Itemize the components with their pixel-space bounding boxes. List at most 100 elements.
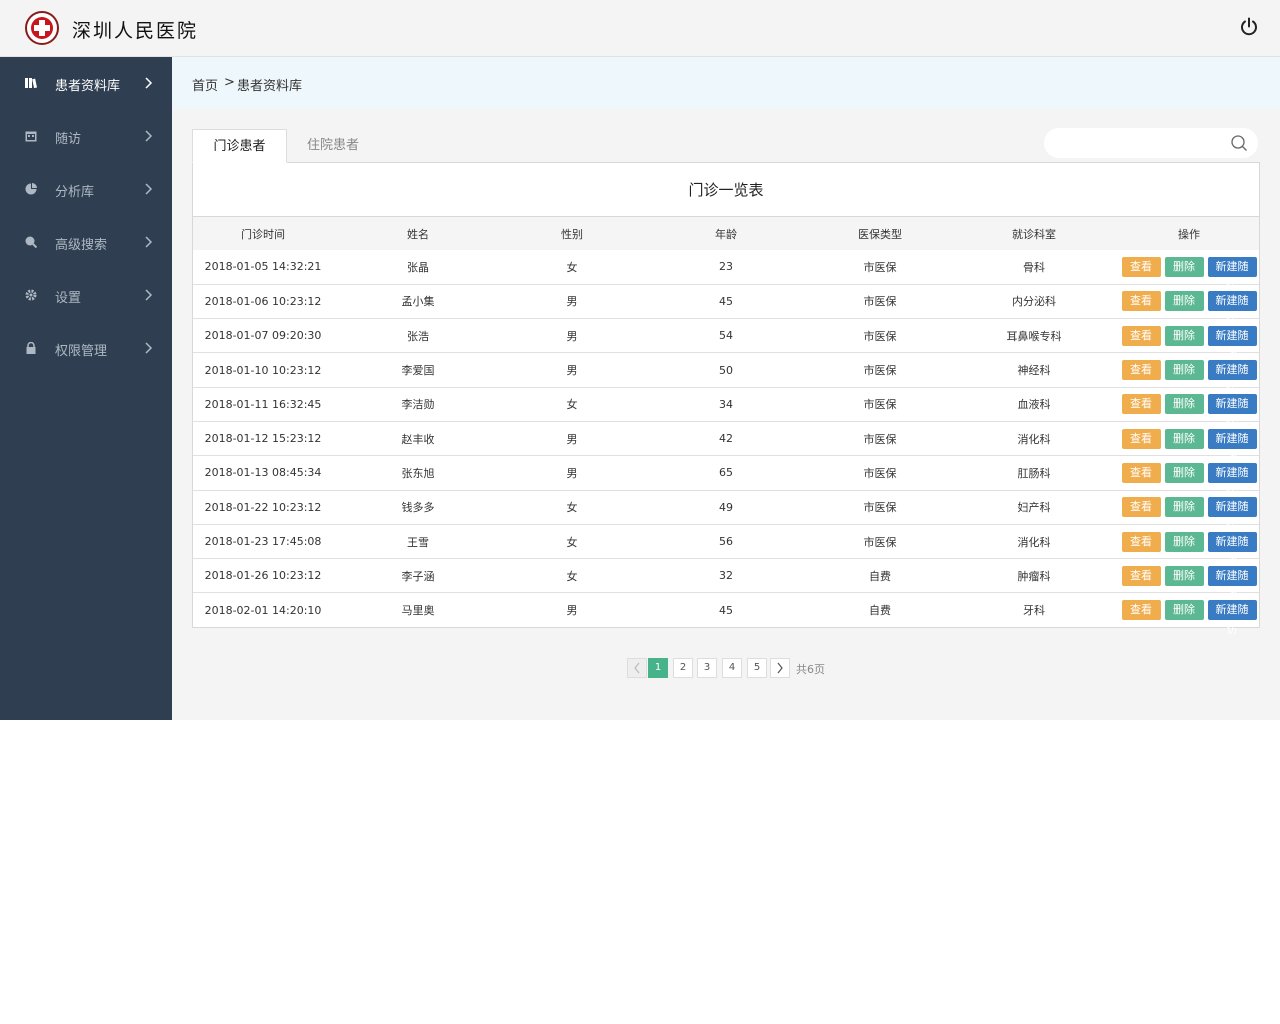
gender-cell: 女	[503, 524, 641, 560]
actions-cell: 查看 删除 新建随访	[1119, 387, 1259, 430]
age-cell: 34	[641, 387, 811, 422]
page-button-5[interactable]: 5	[747, 658, 767, 678]
column-header-age[interactable]: 年龄	[641, 217, 811, 250]
sidebar-item-analysis[interactable]: 分析库	[0, 163, 172, 216]
column-header-insurance[interactable]: 医保类型	[811, 217, 949, 250]
new-followup-button[interactable]: 新建随访	[1207, 531, 1257, 568]
delete-button[interactable]: 删除	[1164, 565, 1204, 586]
insurance-cell: 市医保	[811, 318, 949, 354]
visit-time-cell: 2018-01-22 10:23:12	[193, 490, 333, 525]
age-cell: 49	[641, 490, 811, 525]
insurance-cell: 自费	[811, 558, 949, 594]
table-row: 2018-01-10 10:23:12 李爱国男 50 市医保 神经科 查看 删除 新建随访	[193, 352, 1259, 396]
insurance-cell: 市医保	[811, 455, 949, 491]
page-button-4[interactable]: 4	[722, 658, 742, 678]
delete-button[interactable]: 删除	[1164, 325, 1204, 346]
new-followup-button[interactable]: 新建随访	[1207, 291, 1257, 327]
delete-button[interactable]: 删除	[1164, 394, 1204, 415]
new-followup-button[interactable]: 新建随访	[1207, 462, 1257, 499]
name-cell: 李爱国	[333, 352, 503, 388]
power-icon[interactable]	[1239, 17, 1259, 37]
delete-button[interactable]: 删除	[1164, 462, 1204, 483]
top-bar: 深圳人民医院	[0, 0, 1280, 57]
breadcrumb-home[interactable]: 首页	[192, 75, 218, 94]
sidebar-item-label: 设置	[55, 291, 82, 306]
delete-button[interactable]: 删除	[1164, 497, 1204, 518]
new-followup-button[interactable]: 新建随访	[1207, 256, 1257, 293]
view-button[interactable]: 查看	[1121, 325, 1161, 346]
table-title: 门诊一览表	[193, 163, 1259, 217]
sidebar-item-settings[interactable]: 设置	[0, 269, 172, 322]
view-button[interactable]: 查看	[1121, 428, 1161, 449]
name-cell: 王雪	[333, 524, 503, 560]
new-followup-button[interactable]: 新建随访	[1207, 394, 1257, 430]
department-cell: 血液科	[949, 387, 1119, 422]
chevron-right-icon	[145, 289, 153, 301]
page-button-2[interactable]: 2	[673, 658, 693, 678]
department-cell: 妇产科	[949, 490, 1119, 525]
gender-cell: 男	[503, 455, 641, 491]
department-cell: 消化科	[949, 421, 1119, 457]
delete-button[interactable]: 删除	[1164, 428, 1204, 449]
view-button[interactable]: 查看	[1121, 360, 1161, 381]
view-button[interactable]: 查看	[1121, 565, 1161, 586]
column-header-visit-time[interactable]: 门诊时间	[193, 217, 333, 250]
search-box	[1044, 128, 1258, 158]
tab-outpatient[interactable]: 门诊患者	[192, 129, 287, 163]
new-followup-button[interactable]: 新建随访	[1207, 325, 1257, 362]
insurance-cell: 市医保	[811, 490, 949, 525]
new-followup-button[interactable]: 新建随访	[1207, 360, 1257, 396]
page-button-3[interactable]: 3	[697, 658, 717, 678]
next-page-button[interactable]	[770, 658, 790, 678]
gender-cell: 男	[503, 592, 641, 628]
column-header-name[interactable]: 姓名	[333, 217, 503, 250]
delete-button[interactable]: 删除	[1164, 291, 1204, 312]
prev-page-button[interactable]	[627, 658, 647, 678]
name-cell: 张东旭	[333, 455, 503, 491]
name-cell: 张浩	[333, 318, 503, 354]
delete-button[interactable]: 删除	[1164, 360, 1204, 381]
sidebar-item-advanced-search[interactable]: 高级搜索	[0, 216, 172, 269]
view-button[interactable]: 查看	[1121, 462, 1161, 483]
view-button[interactable]: 查看	[1121, 531, 1161, 552]
view-button[interactable]: 查看	[1121, 600, 1161, 621]
visit-time-cell: 2018-01-07 09:20:30	[193, 318, 333, 354]
delete-button[interactable]: 删除	[1164, 600, 1204, 621]
chevron-right-icon	[145, 342, 153, 354]
department-cell: 牙科	[949, 592, 1119, 628]
visit-time-cell: 2018-01-05 14:32:21	[193, 250, 333, 285]
table-row: 2018-01-26 10:23:12 李子涵女 32 自费 肿瘤科 查看 删除 新建随访	[193, 558, 1259, 602]
gender-cell: 男	[503, 284, 641, 320]
delete-button[interactable]: 删除	[1164, 256, 1204, 277]
tab-inpatient[interactable]: 住院患者	[287, 129, 379, 163]
visit-time-cell: 2018-01-10 10:23:12	[193, 352, 333, 388]
new-followup-button[interactable]: 新建随访	[1207, 428, 1257, 465]
chevron-right-icon	[145, 130, 153, 142]
view-button[interactable]: 查看	[1121, 497, 1161, 518]
sidebar-item-label: 高级搜索	[55, 238, 108, 253]
new-followup-button[interactable]: 新建随访	[1207, 565, 1257, 602]
new-followup-button[interactable]: 新建随访	[1207, 600, 1257, 636]
new-followup-button[interactable]: 新建随访	[1207, 497, 1257, 533]
page-button-1[interactable]: 1	[648, 658, 668, 678]
pie-chart-icon	[25, 183, 37, 195]
sidebar-item-followup[interactable]: 随访	[0, 110, 172, 163]
column-header-department[interactable]: 就诊科室	[949, 217, 1119, 250]
sidebar-item-permissions[interactable]: 权限管理	[0, 322, 172, 375]
delete-button[interactable]: 删除	[1164, 531, 1204, 552]
age-cell: 32	[641, 558, 811, 594]
view-button[interactable]: 查看	[1121, 256, 1161, 277]
view-button[interactable]: 查看	[1121, 291, 1161, 312]
search-icon[interactable]	[1230, 134, 1248, 152]
breadcrumb-current: 患者资料库	[237, 79, 303, 94]
gender-cell: 男	[503, 421, 641, 457]
age-cell: 65	[641, 455, 811, 491]
actions-cell: 查看 删除 新建随访	[1119, 421, 1259, 465]
view-button[interactable]: 查看	[1121, 394, 1161, 415]
sidebar-item-patient-database[interactable]: 患者资料库	[0, 57, 172, 110]
column-header-gender[interactable]: 性别	[503, 217, 641, 250]
visit-time-cell: 2018-01-13 08:45:34	[193, 455, 333, 491]
sidebar: 患者资料库 随访 分析库 高级搜索 设置 权限管理	[0, 57, 172, 720]
search-input[interactable]	[1056, 133, 1226, 153]
breadcrumb-separator: >	[224, 75, 235, 90]
